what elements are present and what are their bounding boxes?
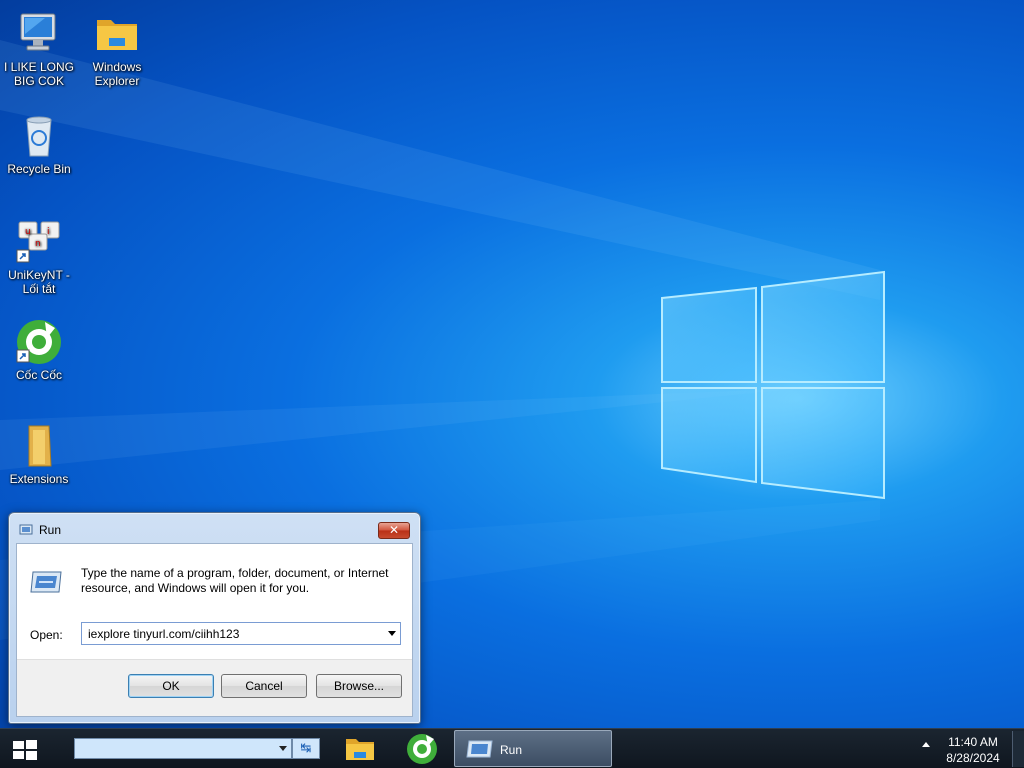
desktop-icon-extensions[interactable]: Extensions [0,422,78,486]
dropdown-arrow-icon[interactable] [388,631,396,636]
clock-time: 11:40 AM [948,735,998,749]
taskbar-run-button[interactable]: Run [454,730,612,767]
desktop-icon-computer[interactable]: I LIKE LONG BIG COK [0,10,78,88]
dialog-description: Type the name of a program, folder, docu… [81,566,389,595]
computer-icon [15,10,63,58]
dropdown-arrow-icon[interactable] [279,746,287,751]
desktop-icon-label: Extensions [9,472,69,486]
folder-icon [15,422,63,470]
folder-icon [93,10,141,58]
svg-text:n: n [35,239,41,249]
run-icon [466,740,493,758]
dialog-body: Type the name of a program, folder, docu… [16,543,413,717]
desktop-icon-label: UniKeyNT - Lối tắt [8,268,70,296]
desktop-icon-label: Windows Explorer [92,60,142,88]
open-combobox[interactable]: iexplore tinyurl.com/ciihh123 [81,622,401,645]
close-button[interactable]: ✕ [378,522,410,539]
desktop-icon-label: Cốc Cốc [15,368,62,382]
taskbar-coccoc-icon[interactable] [402,733,442,765]
desktop-icon-label: I LIKE LONG BIG COK [3,60,75,88]
coccoc-icon [15,318,63,366]
start-button[interactable] [12,739,38,761]
open-input-value[interactable]: iexplore tinyurl.com/ciihh123 [88,627,239,641]
recycle-bin-icon [15,112,63,160]
clock[interactable]: 11:40 AM 8/28/2024 [940,734,1006,766]
go-button[interactable]: ↹ [292,738,320,759]
open-label: Open: [30,628,63,642]
desktop-icon-recycle-bin[interactable]: Recycle Bin [0,112,78,176]
clock-date: 8/28/2024 [946,751,1000,765]
svg-text:i: i [47,227,50,237]
taskbar-run-label: Run [500,743,523,757]
ok-button[interactable]: OK [128,674,214,698]
windows-logo [661,270,885,500]
run-icon [30,571,62,593]
taskbar: ↹ Run 11:40 AM 8/28/2024 [0,728,1024,768]
desktop-icon-coccoc[interactable]: Cốc Cốc [0,318,78,382]
browse-button[interactable]: Browse... [316,674,402,698]
svg-text:u: u [25,227,31,237]
desktop-icon-label: Recycle Bin [7,162,71,176]
taskbar-file-explorer-icon[interactable] [340,733,380,765]
unikey-icon: u n i [15,218,63,266]
run-dialog: Run ✕ Type the name of a program, folder… [8,512,421,724]
run-icon [19,524,33,535]
show-desktop-button[interactable] [1012,731,1024,767]
cancel-button[interactable]: Cancel [221,674,307,698]
dialog-title: Run [39,523,62,537]
show-hidden-icons-icon[interactable] [922,742,930,747]
desktop-icon-unikey[interactable]: u n i UniKeyNT - Lối tắt [0,218,78,296]
taskbar-address-box[interactable] [74,738,292,759]
desktop-icon-windows-explorer[interactable]: Windows Explorer [78,10,156,88]
